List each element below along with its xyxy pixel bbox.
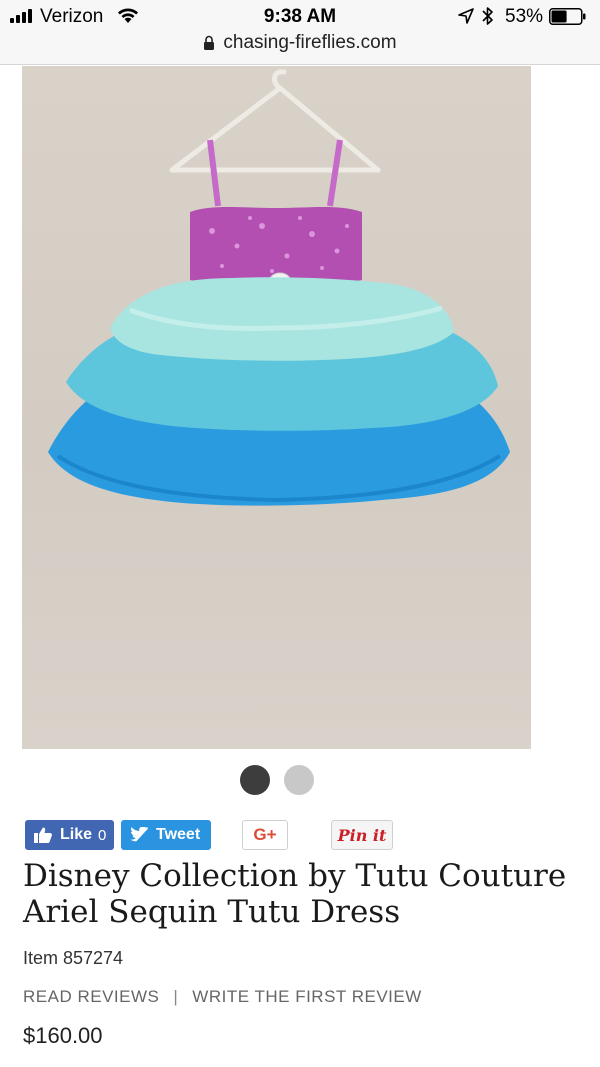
google-plus-button[interactable]: G+ (242, 820, 288, 850)
gplus-label: G+ (253, 825, 277, 844)
status-bar: Verizon 9:38 AM 53% (0, 0, 600, 32)
tutu-dress-illustration (48, 69, 510, 506)
like-count: 0 (98, 826, 107, 844)
review-separator: | (173, 987, 179, 1006)
read-reviews-link[interactable]: READ REVIEWS (23, 987, 159, 1007)
tweet-label: Tweet (156, 826, 201, 843)
pinit-label: Pin it (337, 825, 387, 845)
product-image[interactable] (22, 66, 531, 749)
product-title: Disney Collection by Tutu Couture Ariel … (23, 858, 567, 930)
hanger-icon (169, 69, 381, 173)
write-review-link[interactable]: WRITE THE FIRST REVIEW (192, 987, 422, 1007)
review-links: READ REVIEWS | WRITE THE FIRST REVIEW (23, 987, 422, 1007)
item-number: Item 857274 (23, 948, 124, 968)
battery-icon (549, 8, 586, 25)
carousel-dot-1[interactable] (240, 765, 270, 795)
battery-percentage: 53% (505, 6, 544, 27)
address-bar[interactable]: chasing-fireflies.com (0, 30, 600, 60)
location-arrow-icon (458, 8, 474, 24)
browser-top-bar: Verizon 9:38 AM 53% chasing-fireflies.co… (0, 0, 600, 65)
carousel-dot-2[interactable] (284, 765, 314, 795)
url-text: chasing-fireflies.com (223, 32, 397, 53)
product-price: $160.00 (23, 1023, 103, 1048)
pin-it-button[interactable]: Pin it (331, 820, 393, 850)
thumbs-up-icon (34, 827, 52, 843)
carousel-dots (0, 765, 600, 795)
facebook-like-button[interactable]: Like 0 (25, 820, 114, 850)
like-label: Like (60, 826, 93, 843)
tweet-button[interactable]: Tweet (121, 820, 211, 850)
lock-icon (204, 35, 215, 50)
bluetooth-icon (482, 7, 493, 25)
twitter-bird-icon (130, 827, 149, 842)
